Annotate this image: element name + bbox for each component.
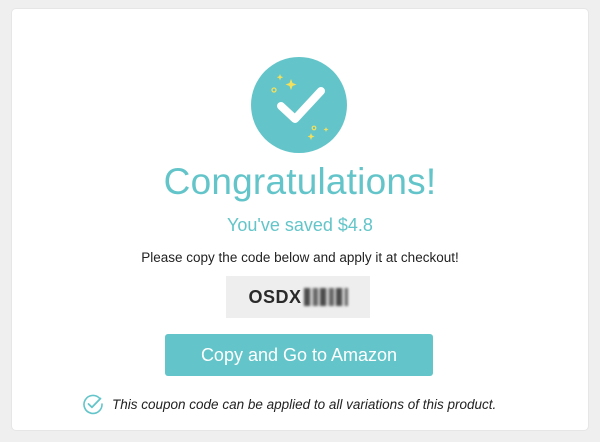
coupon-note: This coupon code can be applied to all v… [82,392,496,416]
check-circle-outline-icon [83,394,103,415]
coupon-code: OSDX [248,286,302,307]
copy-and-go-button[interactable]: Copy and Go to Amazon [165,334,433,376]
coupon-success-dialog: Congratulations! You've saved $4.8 Pleas… [12,9,588,430]
coupon-note-text: This coupon code can be applied to all v… [112,396,497,412]
instruction-text: Please copy the code below and apply it … [141,250,459,265]
page-title: Congratulations! [163,161,437,202]
success-badge [251,57,347,153]
coupon-code-box[interactable]: OSDX [226,276,370,318]
check-circle-icon [271,74,329,140]
savings-text: You've saved $4.8 [227,215,373,235]
coupon-code-obscured [303,288,348,306]
